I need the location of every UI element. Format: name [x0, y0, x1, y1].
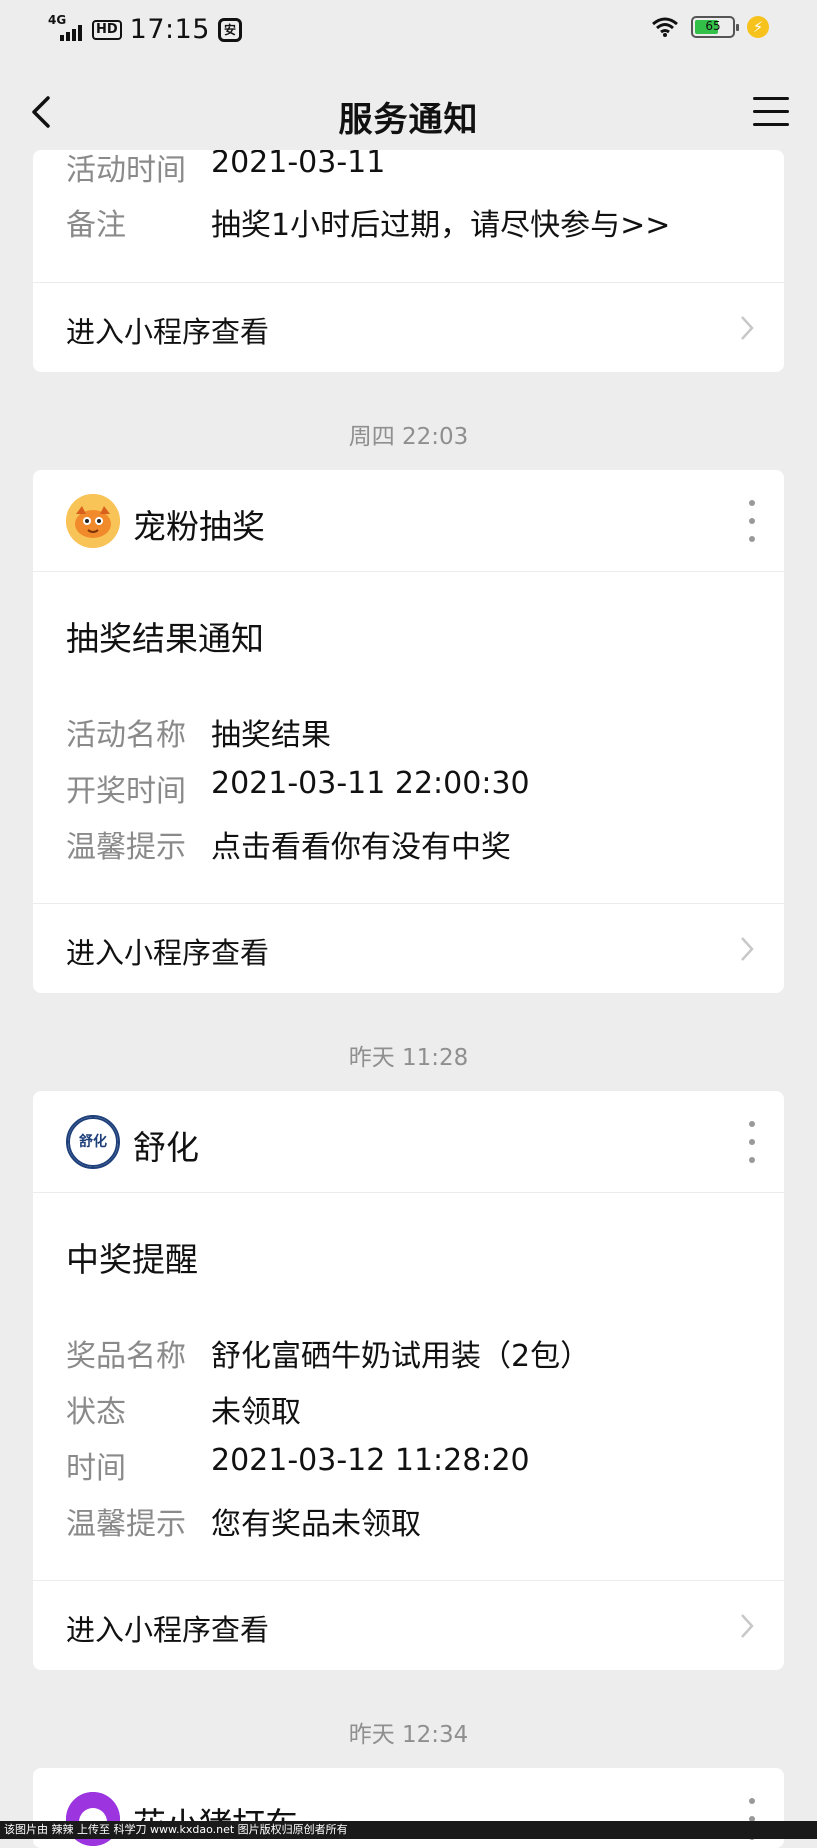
more-options-icon[interactable] — [748, 1121, 756, 1163]
info-row: 备注 抽奖1小时后过期，请尽快参与>> — [66, 200, 764, 240]
watermark-bar: 该图片由 辣辣 上传至 科学刀 www.kxdao.net 图片版权归原创者所有 — [0, 1821, 817, 1839]
avatar: 舒化 — [66, 1115, 120, 1169]
notification-card: 舒化 舒化 中奖提醒 奖品名称 舒化富硒牛奶试用装（2包） 状态 未领取 时间 … — [33, 1091, 784, 1670]
notification-title: 中奖提醒 — [66, 1233, 198, 1281]
row-key: 温馨提示 — [66, 822, 186, 866]
service-name: 舒化 — [133, 1121, 199, 1169]
open-miniprogram-label: 进入小程序查看 — [66, 309, 269, 351]
signal-icon: 4G — [48, 17, 84, 43]
info-row: 时间 2021-03-12 11:28:20 — [66, 1443, 764, 1483]
row-key: 备注 — [66, 200, 126, 244]
message-timestamp: 周四 22:03 — [0, 417, 817, 451]
notification-title: 抽奖结果通知 — [66, 612, 264, 660]
row-value: 未领取 — [211, 1387, 301, 1431]
card-header[interactable]: 舒化 舒化 — [33, 1091, 784, 1193]
chevron-right-icon — [738, 935, 756, 963]
notification-card: 活动时间 2021-03-11 备注 抽奖1小时后过期，请尽快参与>> 进入小程… — [33, 150, 784, 372]
avatar — [66, 494, 120, 548]
row-key: 时间 — [66, 1443, 126, 1487]
chevron-right-icon — [738, 1612, 756, 1640]
card-header[interactable]: 宠粉抽奖 — [33, 470, 784, 572]
nav-bar: 服务通知 — [0, 62, 817, 162]
row-key: 奖品名称 — [66, 1331, 186, 1375]
wifi-icon — [651, 16, 679, 38]
row-key: 活动时间 — [66, 150, 186, 189]
row-value: 2021-03-11 — [211, 150, 385, 180]
row-value: 抽奖结果 — [211, 710, 331, 754]
app-badge: 安 — [218, 18, 242, 42]
clock: 17:15 — [130, 14, 210, 45]
row-key: 开奖时间 — [66, 766, 186, 810]
network-type: 4G — [48, 13, 66, 27]
open-miniprogram-link[interactable]: 进入小程序查看 — [33, 903, 784, 993]
open-miniprogram-link[interactable]: 进入小程序查看 — [33, 1580, 784, 1670]
info-row: 温馨提示 您有奖品未领取 — [66, 1499, 764, 1539]
status-bar: 4G HD 17:15 安 65 ⚡ — [0, 0, 817, 62]
chevron-right-icon — [738, 314, 756, 342]
open-miniprogram-label: 进入小程序查看 — [66, 930, 269, 972]
battery-icon: 65 — [691, 16, 735, 38]
row-key: 状态 — [66, 1387, 126, 1431]
row-key: 活动名称 — [66, 710, 186, 754]
info-row: 温馨提示 点击看看你有没有中奖 — [66, 822, 764, 862]
info-row: 活动时间 2021-03-11 — [66, 150, 764, 185]
message-timestamp: 昨天 12:34 — [0, 1715, 817, 1749]
info-row: 奖品名称 舒化富硒牛奶试用装（2包） — [66, 1331, 764, 1371]
menu-icon[interactable] — [751, 92, 791, 132]
row-value: 2021-03-12 11:28:20 — [211, 1443, 530, 1478]
row-value: 舒化富硒牛奶试用装（2包） — [211, 1331, 590, 1375]
notification-card: 宠粉抽奖 抽奖结果通知 活动名称 抽奖结果 开奖时间 2021-03-11 22… — [33, 470, 784, 993]
row-key: 温馨提示 — [66, 1499, 186, 1543]
info-row: 活动名称 抽奖结果 — [66, 710, 764, 750]
row-value: 2021-03-11 22:00:30 — [211, 766, 530, 801]
row-value: 您有奖品未领取 — [211, 1499, 421, 1543]
brand-logo: 舒化 — [66, 1115, 120, 1169]
svg-text:舒化: 舒化 — [79, 1133, 107, 1150]
open-miniprogram-link[interactable]: 进入小程序查看 — [33, 282, 784, 372]
battery-level: 65 — [693, 19, 733, 33]
charging-icon: ⚡ — [747, 16, 769, 38]
info-row: 状态 未领取 — [66, 1387, 764, 1427]
row-value[interactable]: 抽奖1小时后过期，请尽快参与>> — [211, 200, 670, 244]
pet-avatar-icon — [66, 494, 120, 548]
open-miniprogram-label: 进入小程序查看 — [66, 1607, 269, 1649]
more-options-icon[interactable] — [748, 500, 756, 542]
info-row: 开奖时间 2021-03-11 22:00:30 — [66, 766, 764, 806]
page-title: 服务通知 — [0, 92, 817, 141]
message-timestamp: 昨天 11:28 — [0, 1038, 817, 1072]
hd-badge: HD — [92, 20, 122, 40]
service-name: 宠粉抽奖 — [133, 500, 265, 548]
row-value: 点击看看你有没有中奖 — [211, 822, 511, 866]
